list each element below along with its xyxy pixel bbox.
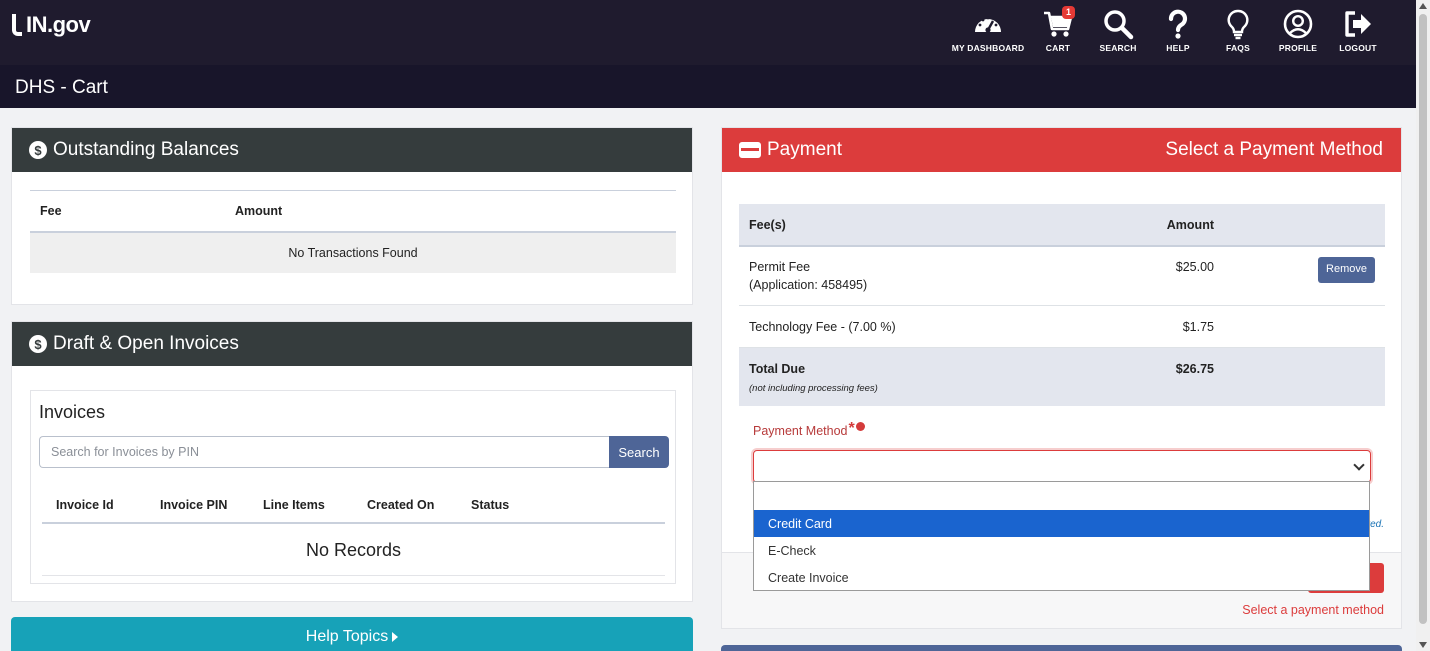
fees-table: Fee(s) Amount Permit Fee (Application: 4…: [739, 204, 1385, 406]
total-due-note: (not including processing fees): [749, 383, 878, 394]
payment-method-dropdown-list: Credit Card E-Check Create Invoice: [753, 481, 1370, 591]
invoices-table-header: Invoice Id Invoice PIN Line Items Create…: [42, 487, 665, 524]
dropdown-option-e-check[interactable]: E-Check: [754, 537, 1369, 564]
dropdown-option-credit-card[interactable]: Credit Card: [754, 510, 1369, 537]
fee-row-permit: Permit Fee (Application: 458495) $25.00 …: [739, 247, 1385, 306]
payment-method-select[interactable]: [753, 450, 1371, 483]
column-header-line-items[interactable]: Line Items: [249, 498, 353, 512]
invoice-search-button[interactable]: Search: [609, 436, 669, 468]
fees-table-header: Fee(s) Amount: [739, 204, 1385, 247]
required-asterisk: *: [848, 420, 855, 437]
question-mark-icon: [1168, 9, 1188, 39]
fee-row-technology: Technology Fee - (7.00 %) $1.75: [739, 306, 1385, 348]
fee-amount: $25.00: [1175, 260, 1214, 274]
scroll-down-arrow-icon[interactable]: [1419, 642, 1427, 648]
help-topics-button[interactable]: Help Topics: [11, 617, 693, 651]
invoice-search-group: Search for Invoices by PIN Search: [39, 436, 669, 468]
table-header-row: Fee Amount: [30, 191, 676, 233]
nav-logout[interactable]: LOGOUT: [1328, 8, 1388, 53]
total-due-row: Total Due (not including processing fees…: [739, 348, 1385, 406]
nav-cart[interactable]: 1 CART: [1028, 6, 1088, 53]
scrollbar-thumb[interactable]: [1419, 14, 1427, 624]
invoices-panel-title: Draft & Open Invoices: [53, 333, 239, 354]
nav-label-help: HELP: [1166, 43, 1190, 53]
column-header-invoice-id[interactable]: Invoice Id: [42, 498, 146, 512]
logo-text: IN.gov: [26, 12, 91, 37]
nav-my-dashboard[interactable]: MY DASHBOARD: [948, 8, 1028, 53]
draft-open-invoices-panel: $ Draft & Open Invoices Invoices Search …: [11, 321, 693, 602]
column-header-fees: Fee(s): [749, 217, 786, 232]
column-header-amount: Amount: [235, 204, 283, 218]
payment-subtitle: Select a Payment Method: [1165, 139, 1383, 160]
no-records-message: No Records: [42, 526, 665, 576]
header-nav: MY DASHBOARD 1 CART SEARCH HELP FAQS PRO…: [948, 6, 1388, 53]
nav-label-search: SEARCH: [1099, 43, 1137, 53]
help-topics-label: Help Topics: [305, 628, 389, 645]
outstanding-balances-panel: $ Outstanding Balances Fee Amount No Tra…: [11, 127, 693, 305]
invoices-card: Invoices Search for Invoices by PIN Sear…: [30, 390, 676, 584]
outstanding-balances-header: $ Outstanding Balances: [12, 128, 692, 172]
payment-header: Payment Select a Payment Method: [722, 128, 1401, 172]
column-header-status[interactable]: Status: [457, 498, 509, 512]
in-gov-logo[interactable]: IN.gov: [12, 12, 91, 38]
total-due-label: Total Due: [749, 362, 806, 376]
select-payment-method-note: Select a payment method: [1242, 603, 1384, 617]
invoice-pin-search-input[interactable]: Search for Invoices by PIN: [39, 436, 609, 468]
top-navbar: IN.gov MY DASHBOARD 1 CART SEARCH HELP F…: [0, 0, 1416, 65]
next-panel-header-edge: [721, 645, 1402, 651]
column-header-amount: Amount: [1166, 217, 1214, 232]
fee-name: Permit Fee: [749, 260, 811, 274]
logo-mark-icon: [12, 14, 22, 36]
outstanding-balances-title: Outstanding Balances: [53, 139, 239, 160]
payment-method-label-text: Payment Method: [753, 424, 848, 438]
column-header-invoice-pin[interactable]: Invoice PIN: [146, 498, 249, 512]
nav-profile[interactable]: PROFILE: [1268, 8, 1328, 53]
invoices-panel-header: $ Draft & Open Invoices: [12, 322, 692, 366]
nav-label-dashboard: MY DASHBOARD: [951, 43, 1025, 53]
vertical-scrollbar[interactable]: [1416, 0, 1430, 651]
nav-label-logout: LOGOUT: [1339, 43, 1377, 53]
remove-fee-button[interactable]: Remove: [1318, 257, 1375, 283]
dropdown-option-blank[interactable]: [754, 482, 1369, 510]
chevron-down-icon: [1353, 459, 1365, 471]
dropdown-option-create-invoice[interactable]: Create Invoice: [754, 564, 1369, 590]
credit-card-icon: [739, 142, 761, 158]
required-dot-icon: [855, 422, 865, 431]
fee-name: Technology Fee - (7.00 %): [749, 320, 896, 334]
nav-search[interactable]: SEARCH: [1088, 8, 1148, 53]
nav-faqs[interactable]: FAQS: [1208, 8, 1268, 53]
payment-method-label: Payment Method *: [753, 420, 865, 438]
dashboard-gauge-icon: [975, 16, 1001, 33]
nav-help[interactable]: HELP: [1148, 8, 1208, 53]
invoices-card-title: Invoices: [39, 402, 106, 422]
lightbulb-icon: [1227, 9, 1249, 40]
dollar-circle-icon: $: [29, 335, 47, 353]
empty-state-message: No Transactions Found: [30, 233, 676, 273]
outstanding-balances-table: Fee Amount No Transactions Found: [30, 190, 676, 273]
user-circle-icon: [1283, 9, 1313, 39]
fee-amount: $1.75: [1182, 320, 1214, 334]
payment-title: Payment: [767, 139, 842, 160]
scroll-up-arrow-icon[interactable]: [1419, 3, 1427, 9]
search-icon: [1104, 10, 1134, 40]
cart-count-badge: 1: [1062, 6, 1076, 19]
caret-right-icon: [392, 632, 399, 642]
dollar-circle-icon: $: [29, 141, 47, 159]
nav-label-faqs: FAQS: [1226, 43, 1250, 53]
column-header-fee: Fee: [40, 204, 62, 218]
nav-label-profile: PROFILE: [1278, 43, 1318, 53]
nav-label-cart: CART: [1045, 43, 1071, 53]
page-title: DHS - Cart: [0, 65, 1416, 108]
total-due-amount: $26.75: [1175, 362, 1214, 376]
column-header-created-on[interactable]: Created On: [353, 498, 457, 512]
logout-icon: [1345, 11, 1371, 37]
fee-detail: (Application: 458495): [749, 278, 868, 292]
